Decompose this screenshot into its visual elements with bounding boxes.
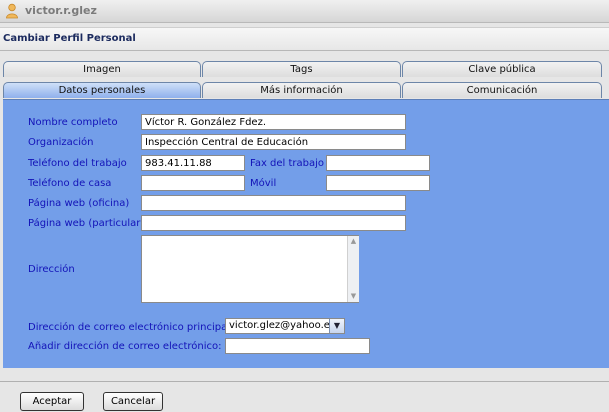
label-email-principal: Dirección de correo electrónico principa… <box>28 322 234 333</box>
tab-mas-informacion[interactable]: Más información <box>202 82 401 98</box>
web-oficina-input[interactable] <box>141 195 406 211</box>
label-fax-trabajo: Fax del trabajo <box>250 158 325 169</box>
web-particular-input[interactable] <box>141 215 406 231</box>
telefono-trabajo-input[interactable] <box>141 155 245 171</box>
email-add-input[interactable] <box>225 338 370 354</box>
tab-comunicacion[interactable]: Comunicación <box>402 82 602 98</box>
cancel-button[interactable]: Cancelar <box>103 392 163 411</box>
movil-input[interactable] <box>326 175 430 191</box>
page-title-bar: Cambiar Perfil Personal <box>0 27 609 51</box>
user-icon <box>6 3 18 19</box>
label-direccion: Dirección <box>28 264 75 275</box>
label-nombre-completo: Nombre completo <box>28 117 118 128</box>
tab-datos-personales[interactable]: Datos personales <box>3 82 201 98</box>
tab-tags[interactable]: Tags <box>202 61 401 77</box>
accept-button[interactable]: Aceptar <box>20 392 84 411</box>
direccion-scrollbar[interactable]: ▲ ▼ <box>347 236 359 302</box>
telefono-casa-input[interactable] <box>141 175 245 191</box>
label-telefono-trabajo: Teléfono del trabajo <box>28 158 127 169</box>
label-web-particular: Página web (particular) <box>28 218 145 229</box>
username: victor.r.glez <box>25 4 97 17</box>
email-principal-value: victor.glez@yahoo.es <box>229 320 329 331</box>
label-email-add: Añadir dirección de correo electrónico: <box>28 341 222 352</box>
divider <box>0 381 609 382</box>
tab-imagen[interactable]: Imagen <box>3 61 201 77</box>
direccion-textarea[interactable] <box>141 235 359 303</box>
tab-clave-publica[interactable]: Clave pública <box>402 61 602 77</box>
top-bar: victor.r.glez <box>0 0 609 23</box>
label-organizacion: Organización <box>28 137 94 148</box>
label-telefono-casa: Teléfono de casa <box>28 178 112 189</box>
nombre-completo-input[interactable] <box>141 114 406 130</box>
chevron-down-icon[interactable]: ▼ <box>329 319 344 333</box>
page-title: Cambiar Perfil Personal <box>3 33 136 44</box>
label-web-oficina: Página web (oficina) <box>28 198 130 209</box>
fax-trabajo-input[interactable] <box>326 155 430 171</box>
organizacion-input[interactable] <box>141 134 406 150</box>
scroll-up-icon[interactable]: ▲ <box>348 236 359 247</box>
label-movil: Móvil <box>250 178 277 189</box>
scroll-down-icon[interactable]: ▼ <box>348 291 359 302</box>
email-principal-select[interactable]: victor.glez@yahoo.es ▼ <box>225 318 345 334</box>
